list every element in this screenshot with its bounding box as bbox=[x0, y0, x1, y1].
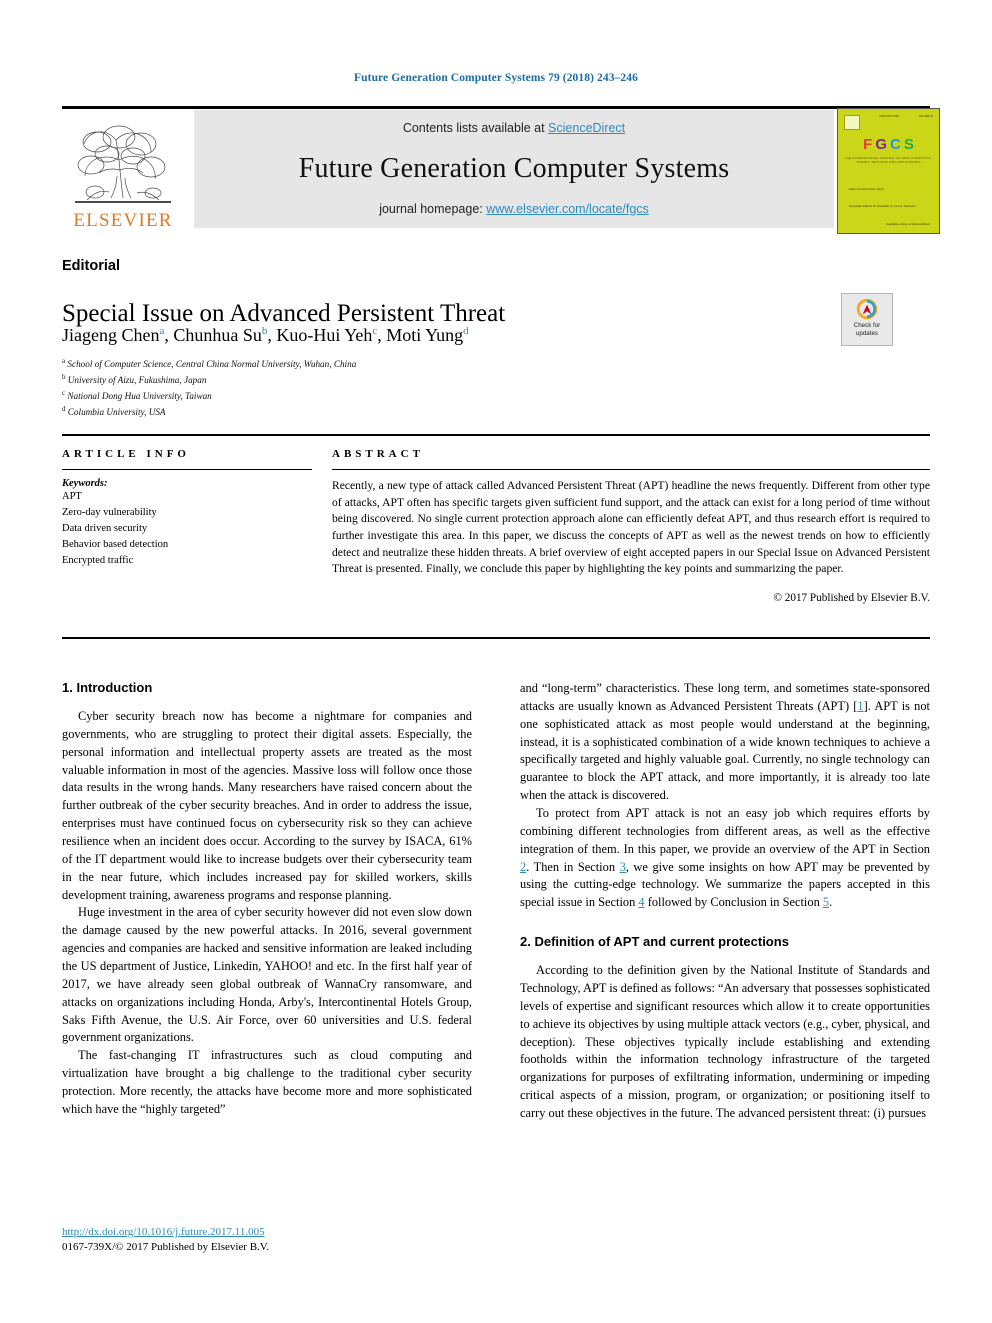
keyword-item: Zero-day vulnerability bbox=[62, 506, 157, 518]
body-paragraph: To protect from APT attack is not an eas… bbox=[520, 805, 930, 912]
journal-homepage-line: journal homepage: www.elsevier.com/locat… bbox=[379, 202, 649, 216]
keywords-label: Keywords: bbox=[62, 478, 108, 489]
affiliation-text: University of Aizu, Fukushima, Japan bbox=[67, 375, 207, 386]
crossmark-badge[interactable]: Check for updates bbox=[841, 293, 893, 346]
affiliation-item: d Columbia University, USA bbox=[62, 404, 682, 420]
abstract-divider bbox=[332, 469, 930, 470]
sciencedirect-band: Contents lists available at ScienceDirec… bbox=[194, 110, 834, 228]
author-entry: Kuo-Hui Yehc bbox=[276, 325, 377, 345]
affiliation-marker: c bbox=[62, 388, 66, 397]
abstract-text: Recently, a new type of attack called Ad… bbox=[332, 479, 930, 576]
author-name: Jiageng Chen bbox=[62, 325, 160, 345]
cover-letter-g: G bbox=[875, 136, 887, 153]
cover-issn: ISSN 0167-739X bbox=[879, 115, 899, 118]
abstract-bottom-rule bbox=[62, 637, 930, 639]
affiliation-item: c National Dong Hua University, Taiwan bbox=[62, 388, 682, 404]
author-marker: d bbox=[463, 325, 469, 337]
author-name: Kuo-Hui Yeh bbox=[276, 325, 373, 345]
issn-copyright: 0167-739X/© 2017 Published by Elsevier B… bbox=[62, 1241, 270, 1253]
article-info-heading: ARTICLE INFO bbox=[62, 448, 190, 460]
journal-cover-thumbnail: ISSN 0167-739X VOLUME 79 F G C S THE INT… bbox=[837, 108, 940, 234]
affiliation-text: National Dong Hua University, Taiwan bbox=[67, 391, 212, 401]
affiliation-marker: b bbox=[62, 372, 66, 381]
author-marker: b bbox=[261, 325, 268, 337]
body-column-right: and “long-term” characteristics. These l… bbox=[520, 680, 930, 1210]
abstract-column: ABSTRACT Recently, a new type of attack … bbox=[332, 448, 930, 604]
affiliation-list: a School of Computer Science, Central Ch… bbox=[62, 356, 682, 420]
affiliation-item: a School of Computer Science, Central Ch… bbox=[62, 356, 682, 372]
affiliation-marker: d bbox=[62, 404, 66, 413]
article-info-divider bbox=[62, 469, 312, 470]
cover-volume: VOLUME 79 bbox=[918, 115, 933, 118]
cover-footer-note: Available online at ScienceDirect bbox=[886, 221, 930, 226]
keyword-item: Data driven security bbox=[62, 522, 148, 534]
affiliation-item: b University of Aizu, Fukushima, Japan bbox=[62, 372, 682, 388]
journal-article-page: Future Generation Computer Systems 79 (2… bbox=[0, 0, 992, 1323]
section-heading-2: 2. Definition of APT and current protect… bbox=[520, 934, 789, 950]
author-list: Jiageng Chena, Chunhua Sub, Kuo-Hui Yehc… bbox=[62, 325, 469, 345]
abstract-heading: ABSTRACT bbox=[332, 448, 424, 460]
body-paragraph: The fast-changing IT infrastructures suc… bbox=[62, 1048, 472, 1116]
affiliation-text: Columbia University, USA bbox=[67, 406, 166, 417]
paragraph-part: ]. APT is not one sophisticated attack a… bbox=[520, 698, 930, 803]
section-heading-1: 1. Introduction bbox=[62, 680, 153, 695]
keyword-item: APT bbox=[62, 491, 82, 502]
article-type-label: Editorial bbox=[62, 258, 121, 274]
affiliation-marker: a bbox=[62, 357, 66, 365]
body-paragraph: According to the definition given by the… bbox=[520, 963, 930, 1121]
abstract-top-rule bbox=[62, 434, 930, 436]
author-entry: Chunhua Sub bbox=[173, 325, 267, 345]
body-paragraph: and “long-term” characteristics. These l… bbox=[520, 680, 930, 805]
page-footer: http://dx.doi.org/10.1016/j.future.2017.… bbox=[62, 1222, 582, 1255]
crossmark-label: Check for updates bbox=[853, 322, 881, 337]
crossmark-icon bbox=[856, 298, 878, 320]
masthead: ELSEVIER Contents lists available at Sci… bbox=[62, 108, 940, 234]
cover-associate-editors-block: Associate Editors M. Parashar G. Fox E. … bbox=[849, 204, 916, 208]
elsevier-wordmark: ELSEVIER bbox=[73, 210, 173, 231]
cover-artwork: ISSN 0167-739X VOLUME 79 F G C S THE INT… bbox=[838, 109, 939, 233]
keyword-item: Behavior based detection bbox=[62, 538, 169, 550]
cover-letter-f: F bbox=[863, 136, 873, 153]
cover-letter-s: S bbox=[903, 136, 914, 153]
elsevier-logo: ELSEVIER bbox=[62, 110, 184, 232]
body-paragraph: Cyber security breach now has become a n… bbox=[62, 709, 472, 902]
keywords-list: APT Zero-day vulnerability Data driven s… bbox=[62, 489, 312, 569]
paragraph-part: . bbox=[829, 895, 833, 910]
cover-publisher-box bbox=[844, 115, 860, 130]
body-paragraph: Huge investment in the area of cyber sec… bbox=[62, 905, 472, 1045]
journal-homepage-link[interactable]: www.elsevier.com/locate/fgcs bbox=[486, 202, 649, 216]
author-marker: c bbox=[372, 325, 378, 337]
cover-subtitle: THE INTERNATIONAL JOURNAL OF GRID COMPUT… bbox=[844, 156, 933, 164]
paragraph-part: followed by Conclusion in Section bbox=[644, 895, 823, 910]
sciencedirect-link[interactable]: ScienceDirect bbox=[548, 121, 625, 135]
author-name: Chunhua Su bbox=[173, 325, 262, 345]
cover-editor-block: Editor-in-Chief Peter Sloot bbox=[849, 187, 884, 191]
cover-logo-letters: F G C S bbox=[838, 137, 939, 152]
body-columns: 1. Introduction Cyber security breach no… bbox=[62, 680, 930, 1210]
contents-prefix: Contents lists available at bbox=[402, 121, 549, 135]
journal-title: Future Generation Computer Systems bbox=[298, 152, 730, 184]
author-entry: Moti Yungd bbox=[386, 325, 468, 345]
author-entry: Jiageng Chena bbox=[62, 325, 164, 345]
author-name: Moti Yung bbox=[386, 325, 464, 345]
masthead-top-rule bbox=[62, 106, 930, 109]
running-head: Future Generation Computer Systems 79 (2… bbox=[354, 72, 638, 84]
paragraph-part: . Then in Section bbox=[526, 859, 620, 874]
author-marker: a bbox=[159, 325, 165, 337]
abstract-copyright: © 2017 Published by Elsevier B.V. bbox=[773, 592, 930, 605]
body-column-left: 1. Introduction Cyber security breach no… bbox=[62, 680, 472, 1210]
cover-letter-c: C bbox=[889, 136, 901, 153]
article-info-column: ARTICLE INFO Keywords: APT Zero-day vuln… bbox=[62, 448, 312, 569]
contents-line: Contents lists available at ScienceDirec… bbox=[403, 121, 625, 135]
affiliation-text: School of Computer Science, Central Chin… bbox=[67, 359, 357, 370]
elsevier-tree-icon bbox=[75, 125, 171, 203]
doi-link[interactable]: http://dx.doi.org/10.1016/j.future.2017.… bbox=[62, 1226, 265, 1238]
paragraph-part: To protect from APT attack is not an eas… bbox=[520, 806, 930, 856]
keyword-item: Encrypted traffic bbox=[62, 554, 134, 566]
homepage-prefix: journal homepage: bbox=[379, 202, 487, 216]
cover-header-row: ISSN 0167-739X VOLUME 79 bbox=[844, 115, 933, 130]
